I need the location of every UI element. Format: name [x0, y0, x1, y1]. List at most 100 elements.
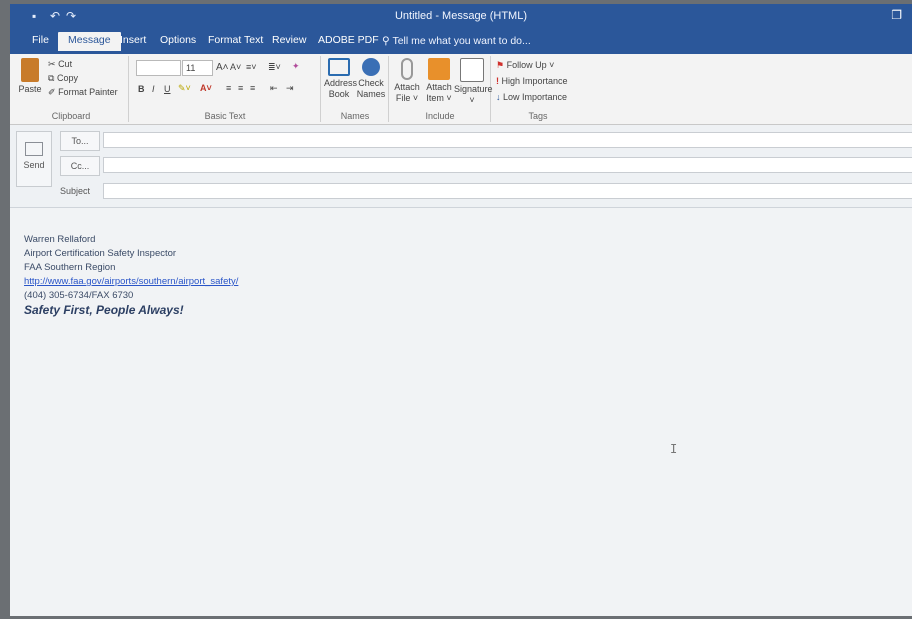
high-importance-label: High Importance	[501, 76, 568, 86]
send-button[interactable]: Send	[16, 131, 52, 187]
tags-group-label: Tags	[528, 111, 548, 121]
clipboard-icon	[21, 58, 39, 82]
shrink-font-button[interactable]: A˅	[230, 62, 241, 72]
tab-review[interactable]: Review	[272, 34, 306, 46]
address-book-icon	[328, 58, 350, 76]
bullets-icon[interactable]: ≡˅	[246, 62, 257, 72]
cut-button[interactable]: ✂ Cut	[48, 59, 72, 70]
signature-label-1: Signature	[454, 84, 493, 94]
attach-file-label-2: File ˅	[395, 93, 419, 103]
tab-message[interactable]: Message	[58, 32, 121, 51]
to-field[interactable]	[103, 132, 912, 148]
send-envelope-icon	[25, 142, 43, 156]
include-group: Attach File ˅ Attach Item ˅ Signature ˅ …	[390, 56, 493, 122]
follow-up-button[interactable]: ⚑ Follow Up ˅	[496, 60, 554, 71]
align-left-icon[interactable]: ≡	[226, 83, 231, 93]
follow-up-label: Follow Up ˅	[506, 60, 555, 70]
envelope-icon	[428, 58, 450, 80]
send-label: Send	[23, 160, 45, 170]
signature-motto: Safety First, People Always!	[24, 303, 184, 317]
check-names-label-2: Names	[356, 89, 386, 99]
subject-label: Subject	[60, 186, 91, 196]
compose-header: Send To... Cc... Subject	[10, 125, 912, 208]
low-importance-button[interactable]: ↓ Low Importance	[496, 92, 567, 102]
tell-me-text: Tell me what you want to do...	[392, 35, 531, 47]
align-center-icon[interactable]: ≡	[238, 83, 243, 93]
signature-link[interactable]: http://www.faa.gov/airports/southern/air…	[24, 276, 238, 287]
tab-options[interactable]: Options	[160, 34, 196, 46]
attach-file-label-1: Attach	[394, 82, 420, 92]
attach-file-button[interactable]: Attach File ˅	[392, 58, 422, 104]
down-arrow-icon: ↓	[496, 92, 501, 102]
font-size-select[interactable]: 11	[182, 60, 213, 76]
paintbrush-icon: ✐	[48, 87, 56, 97]
increase-indent-icon[interactable]: ⇥	[286, 83, 294, 94]
names-group-label: Names	[340, 111, 370, 121]
subject-field[interactable]	[103, 183, 912, 199]
bold-button[interactable]: B	[138, 84, 145, 94]
grow-font-button[interactable]: A˄	[216, 62, 229, 73]
numbering-icon[interactable]: ≣˅	[268, 62, 281, 73]
ribbon: Paste ✂ Cut ⧉ Copy ✐ Format Painter Clip…	[10, 54, 912, 125]
signature-pen-icon	[460, 58, 484, 82]
format-painter-button[interactable]: ✐ Format Painter	[48, 87, 118, 98]
attach-item-label-1: Attach	[426, 82, 452, 92]
signature-title: Airport Certification Safety Inspector	[24, 248, 177, 259]
tab-format-text[interactable]: Format Text	[208, 34, 263, 46]
signature-phone: (404) 305-6734/FAX 6730	[24, 290, 134, 301]
tab-adobe-pdf[interactable]: ADOBE PDF	[318, 34, 379, 46]
high-importance-button[interactable]: ! High Importance	[496, 76, 568, 86]
message-body[interactable]: Warren Rellaford Airport Certification S…	[10, 208, 912, 616]
ribbon-display-options-icon[interactable]: ❐	[891, 8, 902, 22]
signature-region: FAA Southern Region	[24, 262, 116, 273]
copy-icon: ⧉	[48, 73, 55, 83]
check-names-button[interactable]: Check Names	[356, 58, 386, 100]
paperclip-icon	[401, 58, 413, 80]
paste-label: Paste	[18, 84, 42, 94]
check-names-icon	[362, 58, 380, 76]
cut-label: Cut	[58, 59, 73, 69]
include-group-label: Include	[425, 111, 455, 121]
basic-text-group-label: Basic Text	[204, 111, 246, 121]
signature-label-2: ˅	[469, 95, 475, 105]
clipboard-group-label: Clipboard	[51, 111, 91, 121]
paste-button[interactable]: Paste	[16, 58, 44, 95]
names-group: Address Book Check Names Names	[322, 56, 389, 122]
to-button[interactable]: To...	[60, 131, 100, 151]
align-right-icon[interactable]: ≡	[250, 83, 255, 93]
decrease-indent-icon[interactable]: ⇤	[270, 83, 278, 94]
address-book-button[interactable]: Address Book	[324, 58, 358, 100]
clipboard-group: Paste ✂ Cut ⧉ Copy ✐ Format Painter Clip…	[14, 56, 129, 122]
font-color-icon[interactable]: A˅	[200, 83, 212, 93]
tab-insert[interactable]: Insert	[120, 34, 146, 46]
ribbon-tabs: File Message Insert Options Format Text …	[10, 30, 912, 54]
highlight-icon[interactable]: ✎˅	[178, 83, 191, 94]
tags-group: ⚑ Follow Up ˅ ! High Importance ↓ Low Im…	[492, 56, 584, 122]
flag-icon: ⚑	[496, 60, 505, 70]
basic-text-group: 11 A˄ A˅ ≡˅ ≣˅ ✦ B I U ✎˅ A˅ ≡ ≡ ≡ ⇤ ⇥ B…	[130, 56, 321, 122]
tell-me-search[interactable]: ⚲ Tell me what you want to do...	[382, 35, 531, 47]
address-book-label-1: Address	[324, 78, 358, 88]
clear-formatting-icon[interactable]: ✦	[292, 61, 300, 72]
low-importance-label: Low Importance	[503, 92, 568, 102]
copy-label: Copy	[56, 73, 78, 83]
text-cursor-icon: I	[670, 442, 678, 456]
check-names-label-1: Check	[358, 78, 384, 88]
signature-name: Warren Rellaford	[24, 234, 96, 245]
exclamation-icon: !	[496, 76, 499, 86]
cc-button[interactable]: Cc...	[60, 156, 100, 176]
format-painter-label: Format Painter	[58, 87, 118, 97]
underline-button[interactable]: U	[164, 84, 171, 94]
copy-button[interactable]: ⧉ Copy	[48, 73, 78, 84]
title-bar: ▪ ↶ ↷ Untitled - Message (HTML) ❐	[10, 4, 912, 30]
attach-item-button[interactable]: Attach Item ˅	[424, 58, 454, 104]
attach-item-label-2: Item ˅	[426, 93, 452, 103]
signature-button[interactable]: Signature ˅	[454, 58, 493, 106]
window-title: Untitled - Message (HTML)	[394, 10, 528, 22]
font-name-select[interactable]	[136, 60, 181, 76]
cc-field[interactable]	[103, 157, 912, 173]
lightbulb-icon: ⚲	[382, 35, 390, 47]
italic-button[interactable]: I	[152, 84, 155, 94]
scissors-icon: ✂	[48, 59, 56, 69]
tab-file[interactable]: File	[32, 34, 49, 46]
